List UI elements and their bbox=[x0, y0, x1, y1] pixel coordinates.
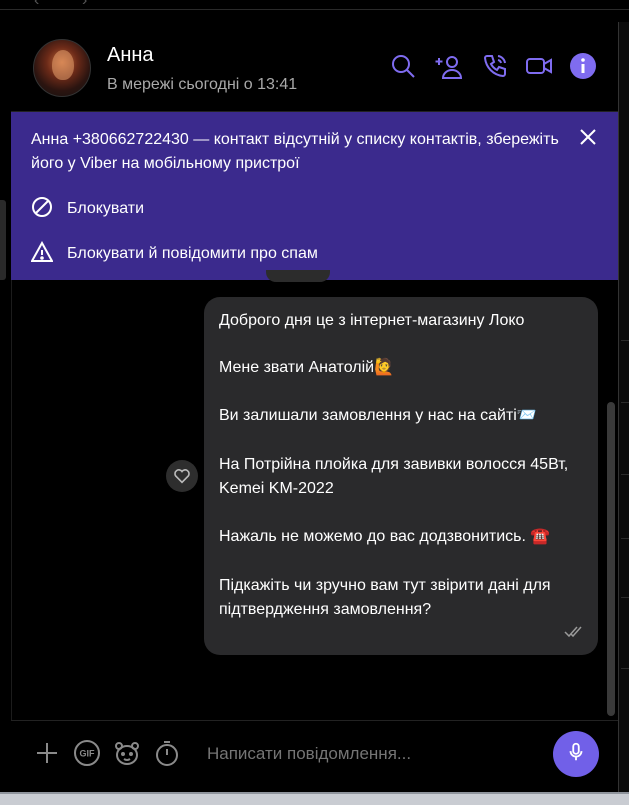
avatar[interactable] bbox=[33, 39, 91, 97]
microphone-button[interactable] bbox=[553, 731, 599, 777]
message-input[interactable] bbox=[207, 741, 537, 767]
unknown-contact-banner: Анна +380662722430 — контакт відсутній у… bbox=[11, 112, 618, 280]
taskbar-edge bbox=[0, 792, 629, 805]
search-icon[interactable] bbox=[389, 52, 417, 80]
close-icon[interactable] bbox=[577, 126, 599, 148]
date-separator bbox=[266, 270, 330, 282]
message-line: На Потрійна плойка для завивки волосся 4… bbox=[219, 456, 569, 497]
call-icon[interactable] bbox=[481, 52, 509, 80]
like-icon[interactable] bbox=[166, 460, 198, 492]
video-call-icon[interactable] bbox=[525, 52, 553, 80]
sticker-icon[interactable] bbox=[113, 739, 141, 767]
message-line: Ви залишали замовлення у нас на сайті📨 bbox=[219, 407, 537, 424]
contact-name[interactable]: Анна bbox=[107, 44, 154, 67]
block-button[interactable]: Блокувати bbox=[31, 196, 144, 222]
info-icon[interactable] bbox=[569, 52, 597, 80]
message-line: Мене звати Анатолій🙋 bbox=[219, 359, 394, 376]
timer-icon[interactable] bbox=[153, 739, 181, 767]
message-line: Підкажіть чи зручно вам тут звірити дані… bbox=[219, 577, 551, 618]
right-panel-edge bbox=[618, 22, 629, 792]
banner-message: Анна +380662722430 — контакт відсутній у… bbox=[31, 131, 559, 172]
back-arrow-icon[interactable]: ‹ bbox=[34, 0, 39, 10]
add-participant-icon[interactable] bbox=[435, 52, 463, 80]
title-strip: ‹ › bbox=[0, 0, 629, 10]
message-line: Доброго дня це з інтернет-магазину Локо bbox=[219, 312, 525, 329]
message-line: Нажаль не можемо до вас додзвонитись. ☎️ bbox=[219, 528, 551, 545]
gif-icon[interactable]: GIF bbox=[73, 739, 101, 767]
chat-header: Анна В мережі сьогодні о 13:41 bbox=[11, 22, 618, 112]
add-icon[interactable] bbox=[33, 739, 61, 767]
block-spam-label: Блокувати й повідомити про спам bbox=[67, 245, 318, 262]
block-label: Блокувати bbox=[67, 200, 145, 217]
block-spam-button[interactable]: Блокувати й повідомити про спам bbox=[30, 240, 318, 268]
contact-status: В мережі сьогодні о 13:41 bbox=[107, 76, 298, 93]
block-icon bbox=[31, 196, 53, 223]
scrollbar[interactable] bbox=[607, 402, 615, 716]
message-composer: GIF bbox=[11, 720, 618, 792]
forward-arrow-icon[interactable]: › bbox=[82, 0, 87, 10]
delivered-check-icon bbox=[564, 625, 582, 638]
svg-text:GIF: GIF bbox=[80, 749, 96, 759]
microphone-icon bbox=[565, 741, 587, 768]
left-panel-edge bbox=[0, 200, 6, 280]
message-bubble[interactable]: Доброго дня це з інтернет-магазину Локо … bbox=[204, 297, 598, 655]
warning-icon bbox=[30, 240, 54, 268]
